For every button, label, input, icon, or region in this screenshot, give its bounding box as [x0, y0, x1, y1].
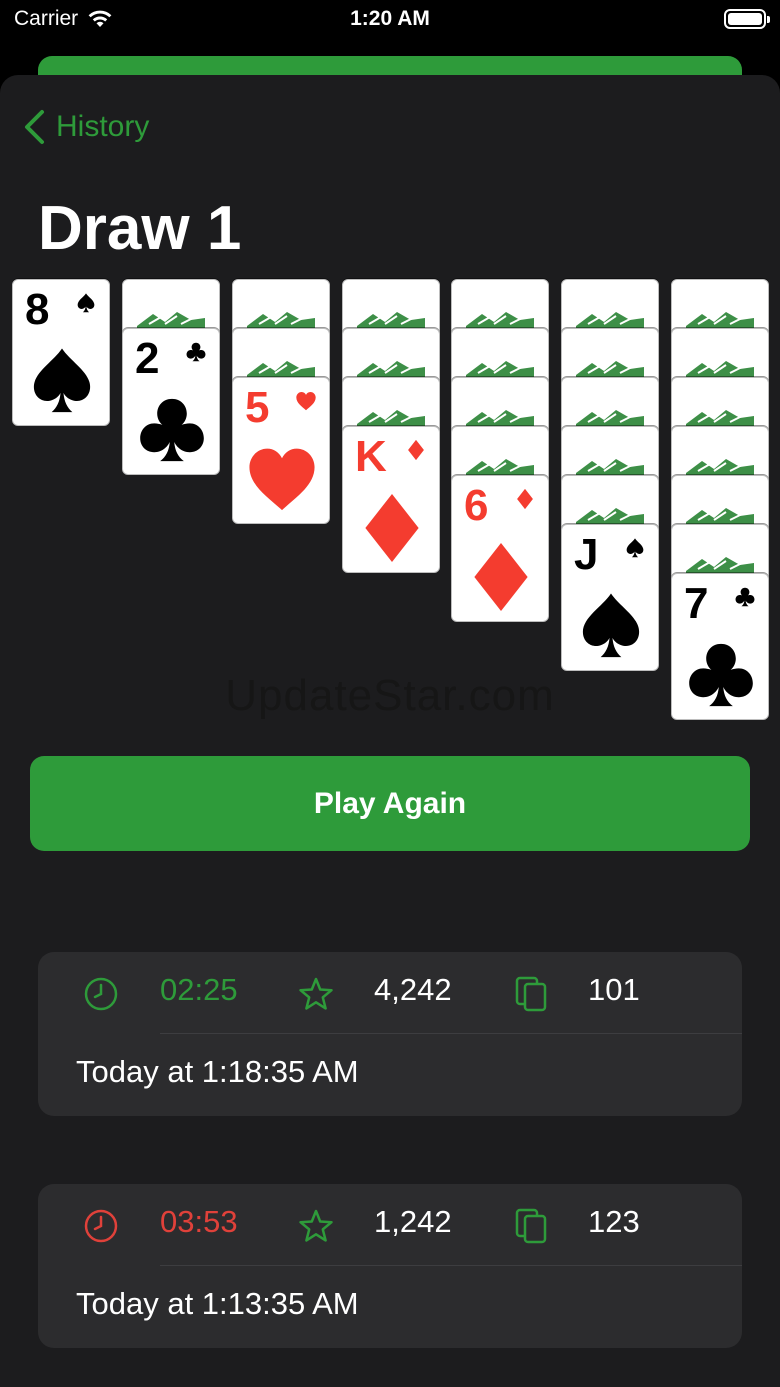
play-again-button[interactable]: Play Again — [30, 756, 750, 851]
game-stats: 02:25 4,242 101 — [38, 952, 742, 1034]
card-back-pattern — [357, 361, 425, 377]
chevron-left-icon — [25, 110, 44, 144]
watermark: UpdateStar.com — [225, 671, 555, 720]
card-back-pattern — [247, 361, 315, 377]
card-back-pattern — [686, 508, 754, 524]
game-time: 02:25 — [160, 972, 238, 1007]
diamond-icon — [408, 439, 424, 461]
card-face-up: 2 — [122, 328, 220, 475]
heart-icon — [296, 391, 316, 411]
spade-icon — [626, 538, 644, 558]
game-moves: 101 — [588, 972, 640, 1007]
star-icon — [299, 977, 333, 1010]
divider — [160, 1033, 742, 1034]
card-back-pattern — [686, 312, 754, 328]
tableau: 8 2 5 K 6 J 7 — [0, 279, 780, 729]
card-back-pattern — [357, 410, 425, 426]
star-icon — [299, 1209, 333, 1242]
game-history-row[interactable]: 02:25 4,242 101 Today at 1:18:35 AM — [38, 952, 742, 1116]
card-back-pattern — [686, 459, 754, 475]
card-rank: 2 — [135, 334, 160, 383]
club-icon — [186, 342, 206, 362]
card-back-pattern — [137, 312, 205, 328]
card-rank: K — [355, 432, 387, 481]
card-face-up: K — [342, 426, 440, 573]
divider — [160, 1265, 742, 1266]
diamond-icon — [474, 542, 528, 612]
club-icon — [735, 587, 755, 607]
heart-icon — [249, 448, 315, 511]
diamond-icon — [365, 493, 419, 563]
card-back-pattern — [576, 312, 644, 328]
back-button-label: History — [56, 110, 150, 143]
spade-icon — [33, 348, 91, 413]
card-back-pattern — [466, 361, 534, 377]
clock-icon — [84, 977, 118, 1011]
card-rank: J — [574, 530, 599, 579]
card-face-up: 5 — [232, 377, 330, 524]
clock-icon — [84, 1209, 118, 1243]
card-rank: 6 — [464, 481, 489, 530]
card-rank: 7 — [684, 579, 709, 628]
game-date: Today at 1:13:35 AM — [76, 1286, 359, 1321]
club-icon — [140, 398, 204, 462]
card-face-up: J — [561, 524, 659, 671]
card-back-pattern — [576, 361, 644, 377]
game-detail-sheet: History Draw 1 8 2 5 K 6 J 7 UpdateStar.com Pl… — [0, 75, 780, 1387]
card-face-up: 8 — [12, 279, 110, 426]
spade-icon — [77, 293, 95, 313]
status-bar: Carrier 1:20 AM — [0, 0, 780, 40]
cards-icon — [515, 1208, 547, 1244]
game-score: 4,242 — [374, 972, 452, 1007]
card-back-pattern — [247, 312, 315, 328]
status-time: 1:20 AM — [350, 7, 430, 30]
card-rank: 8 — [25, 285, 50, 334]
cards-icon — [515, 976, 547, 1012]
card-back-pattern — [466, 410, 534, 426]
card-back-pattern — [466, 459, 534, 475]
card-back-pattern — [686, 410, 754, 426]
game-score: 1,242 — [374, 1204, 452, 1239]
game-history-row[interactable]: 03:53 1,242 123 Today at 1:13:35 AM — [38, 1184, 742, 1348]
page-title: Draw 1 — [38, 194, 242, 263]
card-rank: 5 — [245, 383, 270, 432]
back-button[interactable]: History — [22, 109, 149, 145]
game-date: Today at 1:18:35 AM — [76, 1054, 359, 1089]
card-back-pattern — [466, 312, 534, 328]
game-stats: 03:53 1,242 123 — [38, 1184, 742, 1266]
spade-icon — [582, 593, 640, 658]
card-back-pattern — [357, 312, 425, 328]
card-face-up: 6 — [451, 475, 549, 622]
game-time: 03:53 — [160, 1204, 238, 1239]
card-back-pattern — [686, 557, 754, 573]
diamond-icon — [517, 488, 533, 510]
game-moves: 123 — [588, 1204, 640, 1239]
card-back-pattern — [576, 410, 644, 426]
battery-icon — [724, 9, 770, 29]
card-back-pattern — [686, 361, 754, 377]
card-back-pattern — [576, 508, 644, 524]
card-back-pattern — [576, 459, 644, 475]
